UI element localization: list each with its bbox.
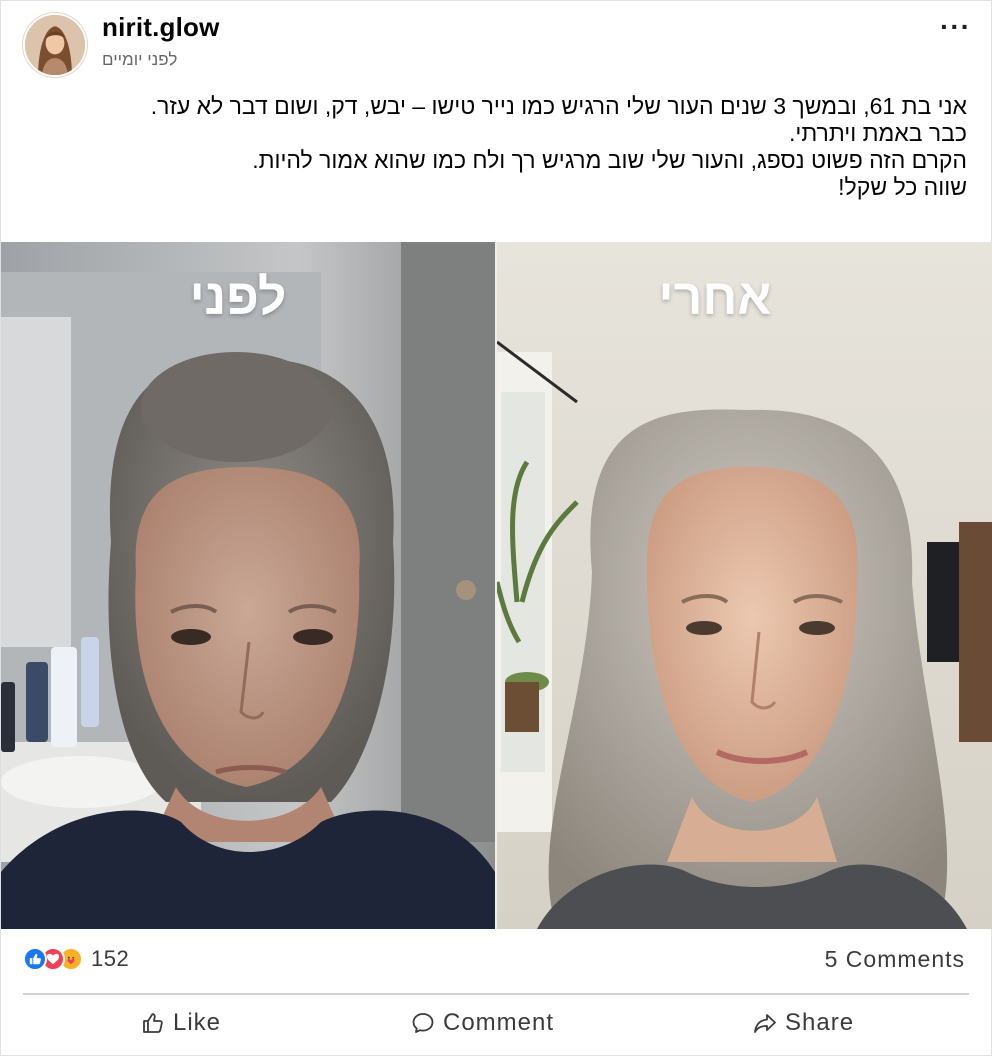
social-post: nirit.glow לפני יומיים ··· אני בת 61, וב… [0,0,992,1056]
like-button[interactable]: Like [141,1001,221,1045]
caption-line: אני בת 61, ובמשך 3 שנים העור שלי הרגיש כ… [150,93,967,119]
share-arrow-icon [754,1014,776,1033]
divider [23,993,969,995]
post-caption: אני בת 61, ובמשך 3 שנים העור שלי הרגיש כ… [101,93,967,201]
after-photo-illustration [497,242,992,929]
comments-count[interactable]: 5 Comments [825,946,965,973]
comment-button[interactable]: Comment [411,1001,554,1045]
after-label: אחרי [658,269,772,325]
before-after-image[interactable]: לפני אחרי [1,242,992,929]
like-icon [23,947,47,971]
caption-line: שווה כל שקל! [838,174,967,200]
caption-line: הקרם הזה פשוט נספג, והעור שלי שוב מרגיש … [252,147,967,173]
author-name[interactable]: nirit.glow [102,12,220,43]
more-options-icon[interactable]: ··· [940,11,971,43]
share-label: Share [785,1009,855,1036]
avatar-photo [25,15,85,75]
after-photo: אחרי [497,242,992,929]
before-photo: לפני [1,242,495,929]
avatar[interactable] [23,13,87,77]
caption-line: כבר באמת ויתרתי. [788,120,967,146]
post-timestamp[interactable]: לפני יומיים [102,50,177,70]
like-label: Like [173,1009,222,1036]
before-photo-illustration [1,242,495,929]
reaction-count: 152 [91,946,130,971]
post-actions: Like Comment Share [1,1001,992,1045]
thumbs-up-icon [143,1013,163,1033]
share-button[interactable]: Share [753,1001,854,1045]
reactions-summary[interactable]: 152 [23,945,129,973]
comment-label: Comment [443,1009,555,1036]
before-label: לפני [189,269,287,325]
comment-bubble-icon [412,1013,434,1033]
